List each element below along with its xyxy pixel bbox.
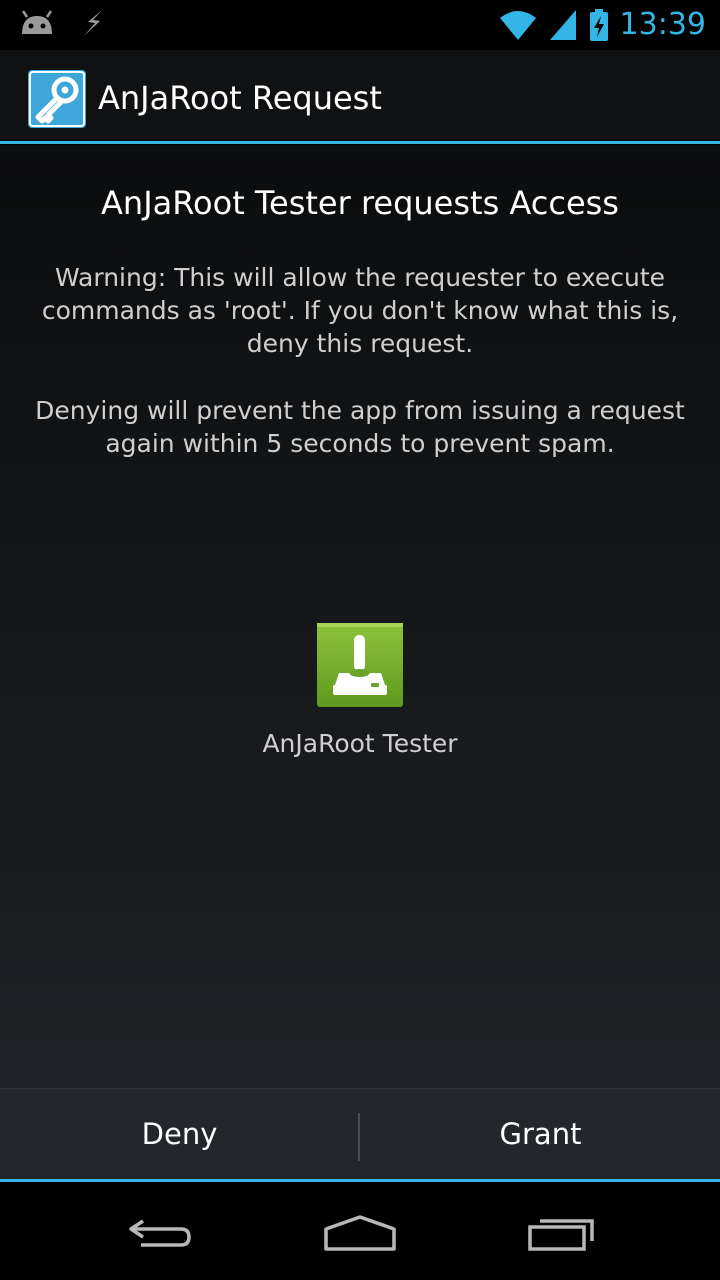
action-bar-title: AnJaRoot Request: [98, 79, 382, 117]
status-right-icons: 13:39: [498, 6, 706, 44]
status-left-icons: [18, 8, 108, 38]
deny-button[interactable]: Deny: [0, 1089, 359, 1179]
button-bar: Deny Grant: [0, 1088, 720, 1182]
signal-icon: [549, 10, 576, 40]
warning-text: Warning: This will allow the requester t…: [41, 263, 679, 358]
denying-note: Denying will prevent the app from issuin…: [35, 396, 685, 458]
wifi-icon: [499, 11, 536, 40]
request-dialog-content: AnJaRoot Tester requests Access Warning:…: [0, 145, 720, 1088]
android-debug-icon: [21, 10, 53, 34]
recents-button[interactable]: [512, 1203, 612, 1263]
home-icon: [324, 1215, 396, 1251]
action-bar: AnJaRoot Request: [0, 50, 720, 144]
back-icon: [129, 1219, 191, 1247]
status-bar: 13:39: [0, 0, 720, 50]
usb-lightning-icon: [84, 10, 102, 36]
key-icon: [28, 70, 86, 128]
back-button[interactable]: [110, 1203, 210, 1263]
battery-charging-icon: [589, 9, 608, 41]
navigation-bar: [0, 1185, 720, 1280]
request-heading: AnJaRoot Tester requests Access: [101, 184, 619, 222]
home-button[interactable]: [310, 1203, 410, 1263]
joystick-icon: [317, 623, 403, 707]
button-divider: [358, 1113, 360, 1161]
app-name-label: AnJaRoot Tester: [262, 729, 458, 758]
grant-button[interactable]: Grant: [361, 1089, 720, 1179]
status-clock: 13:39: [619, 7, 706, 42]
recents-icon: [528, 1219, 594, 1251]
